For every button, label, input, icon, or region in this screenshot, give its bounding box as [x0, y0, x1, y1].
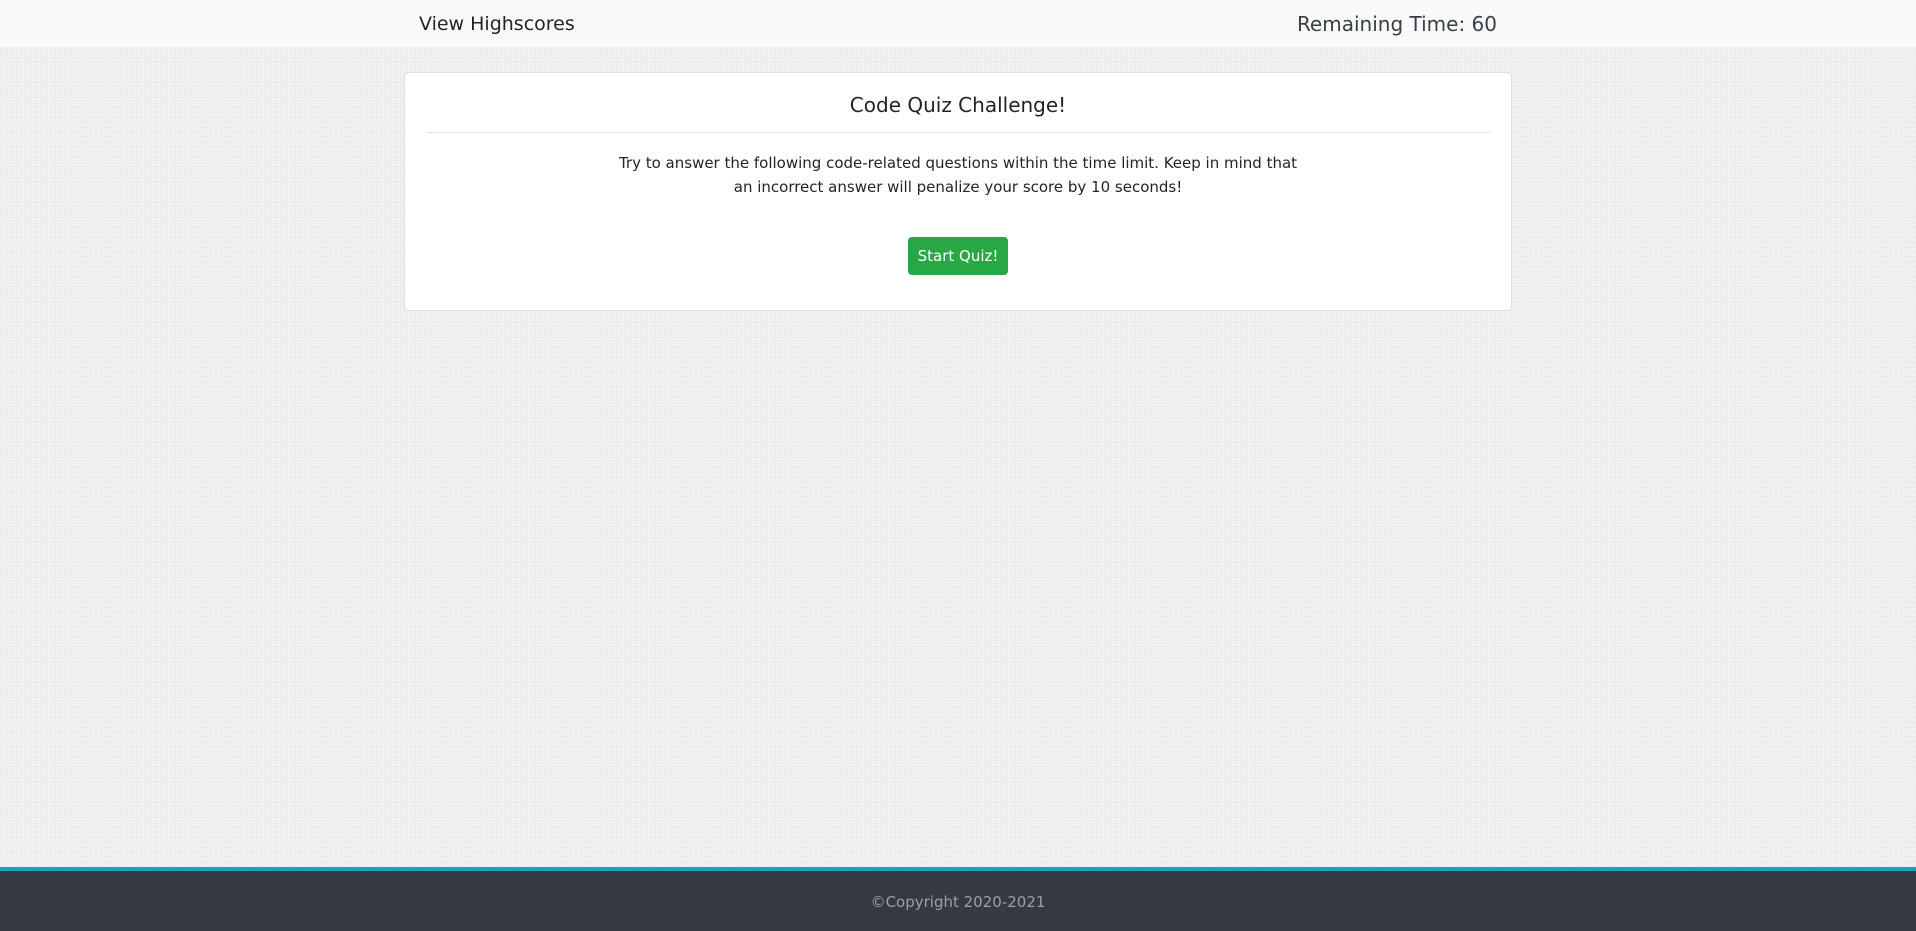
divider	[426, 132, 1490, 133]
navbar-container: View Highscores Remaining Time: 60	[404, 0, 1512, 47]
card-title: Code Quiz Challenge!	[849, 93, 1067, 117]
card-description: Try to answer the following code-related…	[405, 151, 1511, 199]
quiz-card: Code Quiz Challenge! Try to answer the f…	[404, 72, 1512, 311]
footer: ©Copyright 2020-2021	[0, 867, 1916, 931]
navbar: View Highscores Remaining Time: 60	[0, 0, 1916, 47]
description-text: Try to answer the following code-related…	[618, 154, 1298, 196]
start-quiz-button[interactable]: Start Quiz!	[908, 237, 1008, 275]
view-highscores-link[interactable]: View Highscores	[419, 13, 575, 35]
copyright-text: ©Copyright 2020-2021	[870, 893, 1046, 911]
remaining-time: Remaining Time: 60	[1296, 11, 1497, 36]
